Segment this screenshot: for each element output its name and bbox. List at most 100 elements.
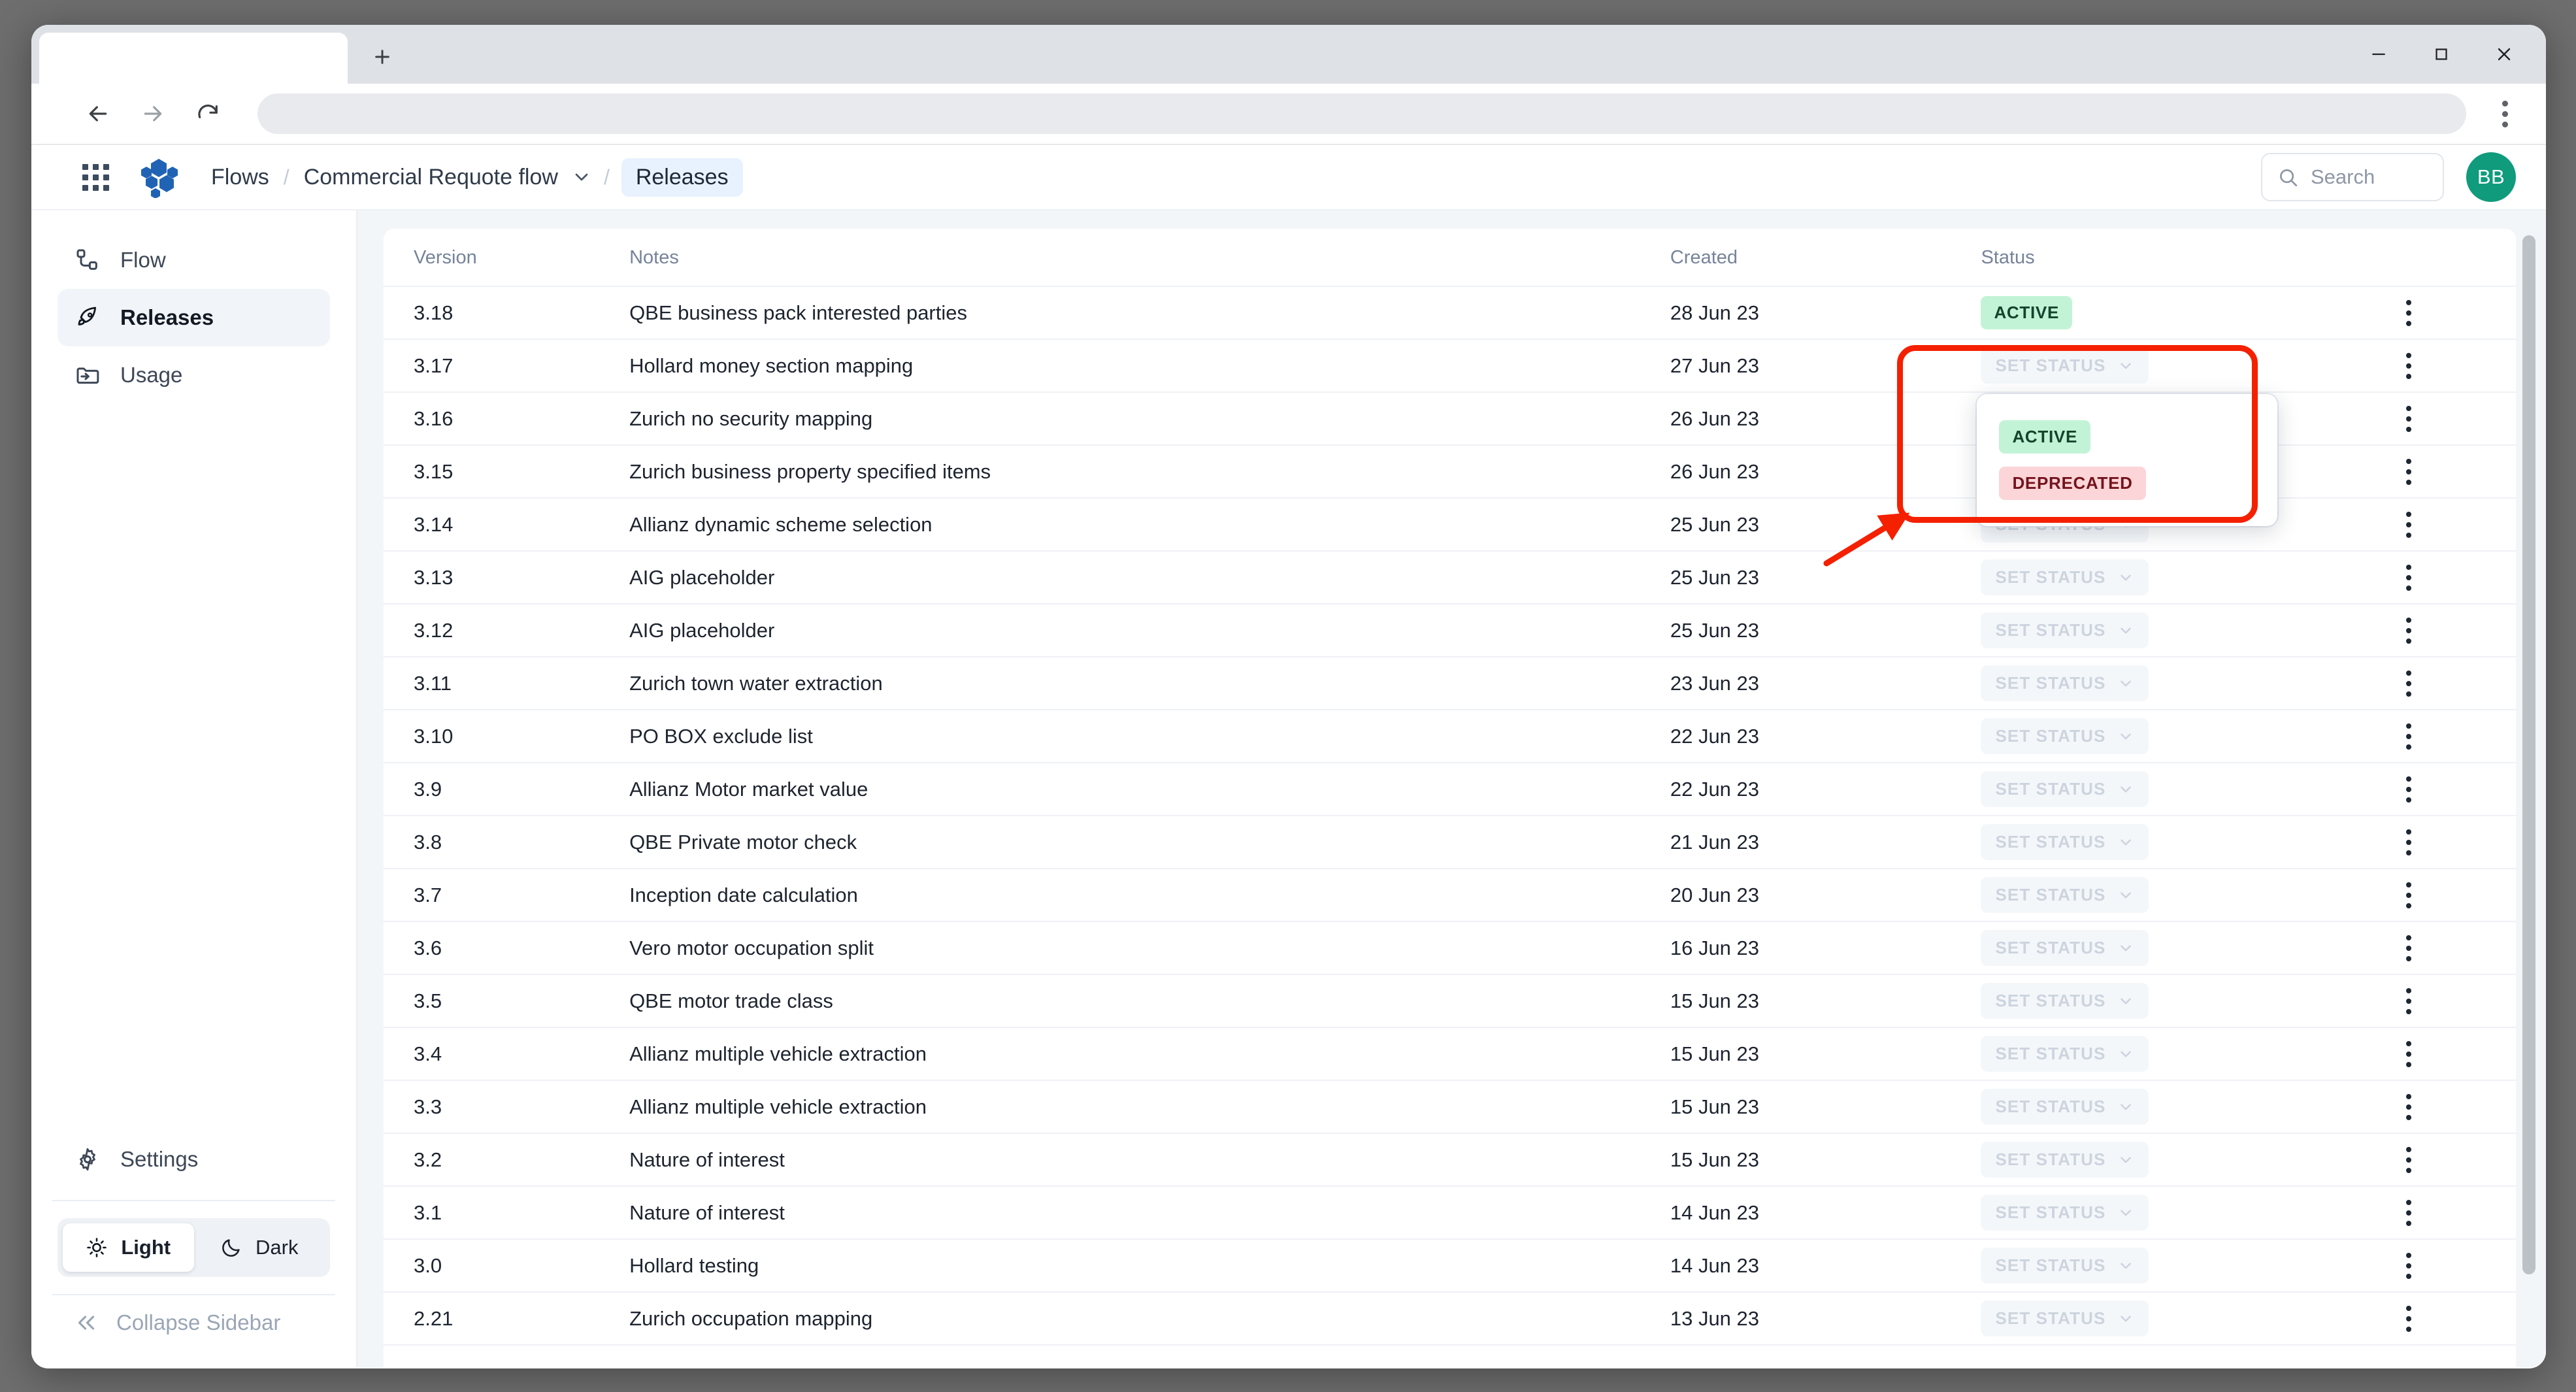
row-menu-button[interactable] [2386, 1094, 2432, 1120]
table-row[interactable]: 3.6Vero motor occupation split16 Jun 23S… [384, 921, 2516, 974]
table-row[interactable]: 3.12AIG placeholder25 Jun 23SET STATUS [384, 604, 2516, 657]
row-menu-button[interactable] [2386, 988, 2432, 1014]
row-menu-button[interactable] [2386, 671, 2432, 697]
row-menu-button[interactable] [2386, 459, 2432, 485]
row-menu-button[interactable] [2386, 935, 2432, 961]
table-row[interactable]: 3.9Allianz Motor market value22 Jun 23SE… [384, 763, 2516, 816]
table-row[interactable]: 3.0Hollard testing14 Jun 23SET STATUS [384, 1239, 2516, 1292]
row-menu-button[interactable] [2386, 406, 2432, 432]
sidebar-item-releases[interactable]: Releases [58, 289, 330, 346]
collapse-sidebar-button[interactable]: Collapse Sidebar [58, 1295, 330, 1350]
reload-button[interactable] [180, 86, 235, 141]
browser-window: Flows / Commercial Requote flow / Releas… [31, 25, 2546, 1368]
kebab-dot [2406, 522, 2411, 527]
kebab-dot [2406, 618, 2411, 623]
app-grid-icon[interactable] [82, 164, 109, 191]
column-header-created[interactable]: Created [1670, 229, 1981, 286]
row-menu-button[interactable] [2386, 776, 2432, 803]
set-status-select[interactable]: SET STATUS [1981, 930, 2149, 966]
column-header-notes[interactable]: Notes [629, 229, 1670, 286]
kebab-dot [2502, 122, 2508, 127]
sidebar-item-settings[interactable]: Settings [58, 1131, 330, 1188]
avatar[interactable]: BB [2466, 152, 2516, 202]
row-menu-button[interactable] [2386, 1253, 2432, 1279]
breadcrumb-item-flow-name[interactable]: Commercial Requote flow [301, 160, 561, 195]
sidebar-item-usage[interactable]: Usage [58, 346, 330, 404]
row-menu-button[interactable] [2386, 723, 2432, 750]
address-bar[interactable] [257, 93, 2466, 134]
browser-menu-button[interactable] [2482, 91, 2528, 137]
table-row[interactable]: 3.8QBE Private motor check21 Jun 23SET S… [384, 816, 2516, 869]
column-header-version[interactable]: Version [384, 229, 629, 286]
set-status-select[interactable]: SET STATUS [1981, 824, 2149, 860]
kebab-dot [2406, 1274, 2411, 1279]
table-row[interactable]: 3.2Nature of interest15 Jun 23SET STATUS [384, 1133, 2516, 1186]
column-header-status[interactable]: Status [1981, 229, 2385, 286]
row-menu-button[interactable] [2386, 882, 2432, 908]
table-row[interactable]: 3.18QBE business pack interested parties… [384, 286, 2516, 339]
kebab-dot [2406, 310, 2411, 316]
table-row[interactable]: 3.7Inception date calculation20 Jun 23SE… [384, 869, 2516, 921]
set-status-select[interactable]: SET STATUS [1981, 1142, 2149, 1178]
cell-version: 3.4 [384, 1027, 629, 1080]
row-menu-button[interactable] [2386, 565, 2432, 591]
cell-actions [2386, 763, 2516, 816]
cell-notes: Allianz dynamic scheme selection [629, 498, 1670, 551]
maximize-button[interactable] [2410, 25, 2473, 84]
table-row[interactable]: 3.10PO BOX exclude list22 Jun 23SET STAT… [384, 710, 2516, 763]
vertical-scrollbar[interactable] [2516, 229, 2546, 1367]
chevron-down-icon[interactable] [571, 167, 592, 188]
set-status-select[interactable]: SET STATUS [1981, 1195, 2149, 1231]
kebab-dot [2406, 1263, 2411, 1268]
set-status-select[interactable]: SET STATUS [1981, 718, 2149, 754]
set-status-select[interactable]: SET STATUS [1981, 559, 2149, 595]
forward-button[interactable] [125, 86, 180, 141]
cell-actions [2386, 392, 2516, 445]
close-button[interactable] [2473, 25, 2535, 84]
set-status-select[interactable]: SET STATUS [1981, 1248, 2149, 1284]
browser-tab[interactable] [39, 33, 348, 84]
hexagon-cluster-logo-icon[interactable] [138, 156, 180, 198]
set-status-select[interactable]: SET STATUS [1981, 665, 2149, 701]
cell-actions [2386, 816, 2516, 869]
cell-version: 3.9 [384, 763, 629, 816]
theme-option-light[interactable]: Light [63, 1223, 194, 1272]
row-menu-button[interactable] [2386, 353, 2432, 379]
breadcrumb-item-releases[interactable]: Releases [621, 158, 743, 197]
search-input[interactable]: Search [2261, 153, 2444, 201]
row-menu-button[interactable] [2386, 829, 2432, 855]
table-row[interactable]: 3.13AIG placeholder25 Jun 23SET STATUS [384, 551, 2516, 604]
table-row[interactable]: 3.11Zurich town water extraction23 Jun 2… [384, 657, 2516, 710]
set-status-select[interactable]: SET STATUS [1981, 983, 2149, 1019]
row-menu-button[interactable] [2386, 1041, 2432, 1067]
row-menu-button[interactable] [2386, 1147, 2432, 1173]
row-menu-button[interactable] [2386, 512, 2432, 538]
sidebar-item-flow[interactable]: Flow [58, 231, 330, 289]
set-status-select[interactable]: SET STATUS [1981, 877, 2149, 913]
back-button[interactable] [71, 86, 125, 141]
breadcrumb-item-flows[interactable]: Flows [208, 160, 272, 195]
table-row[interactable]: 3.1Nature of interest14 Jun 23SET STATUS [384, 1186, 2516, 1239]
row-menu-button[interactable] [2386, 1200, 2432, 1226]
set-status-select[interactable]: SET STATUS [1981, 612, 2149, 648]
theme-option-dark[interactable]: Dark [194, 1223, 325, 1272]
cell-notes: PO BOX exclude list [629, 710, 1670, 763]
minimize-button[interactable] [2347, 25, 2410, 84]
new-tab-button[interactable] [359, 34, 405, 80]
set-status-select[interactable]: SET STATUS [1981, 1089, 2149, 1125]
set-status-select[interactable]: SET STATUS [1981, 1036, 2149, 1072]
table-row[interactable]: 3.17Hollard money section mapping27 Jun … [384, 339, 2516, 392]
row-menu-button[interactable] [2386, 300, 2432, 326]
status-option-active[interactable]: ACTIVE [1977, 414, 2277, 460]
table-row[interactable]: 3.4Allianz multiple vehicle extraction15… [384, 1027, 2516, 1080]
set-status-select[interactable]: SET STATUS [1981, 348, 2149, 384]
status-option-deprecated[interactable]: DEPRECATED [1977, 460, 2277, 506]
table-row[interactable]: 3.3Allianz multiple vehicle extraction15… [384, 1080, 2516, 1133]
set-status-select[interactable]: SET STATUS [1981, 771, 2149, 807]
table-row[interactable]: 2.21Zurich occupation mapping13 Jun 23SE… [384, 1292, 2516, 1345]
table-row[interactable]: 3.5QBE motor trade class15 Jun 23SET STA… [384, 974, 2516, 1027]
scrollbar-thumb[interactable] [2522, 235, 2535, 1274]
row-menu-button[interactable] [2386, 618, 2432, 644]
set-status-select[interactable]: SET STATUS [1981, 1301, 2149, 1336]
row-menu-button[interactable] [2386, 1306, 2432, 1332]
